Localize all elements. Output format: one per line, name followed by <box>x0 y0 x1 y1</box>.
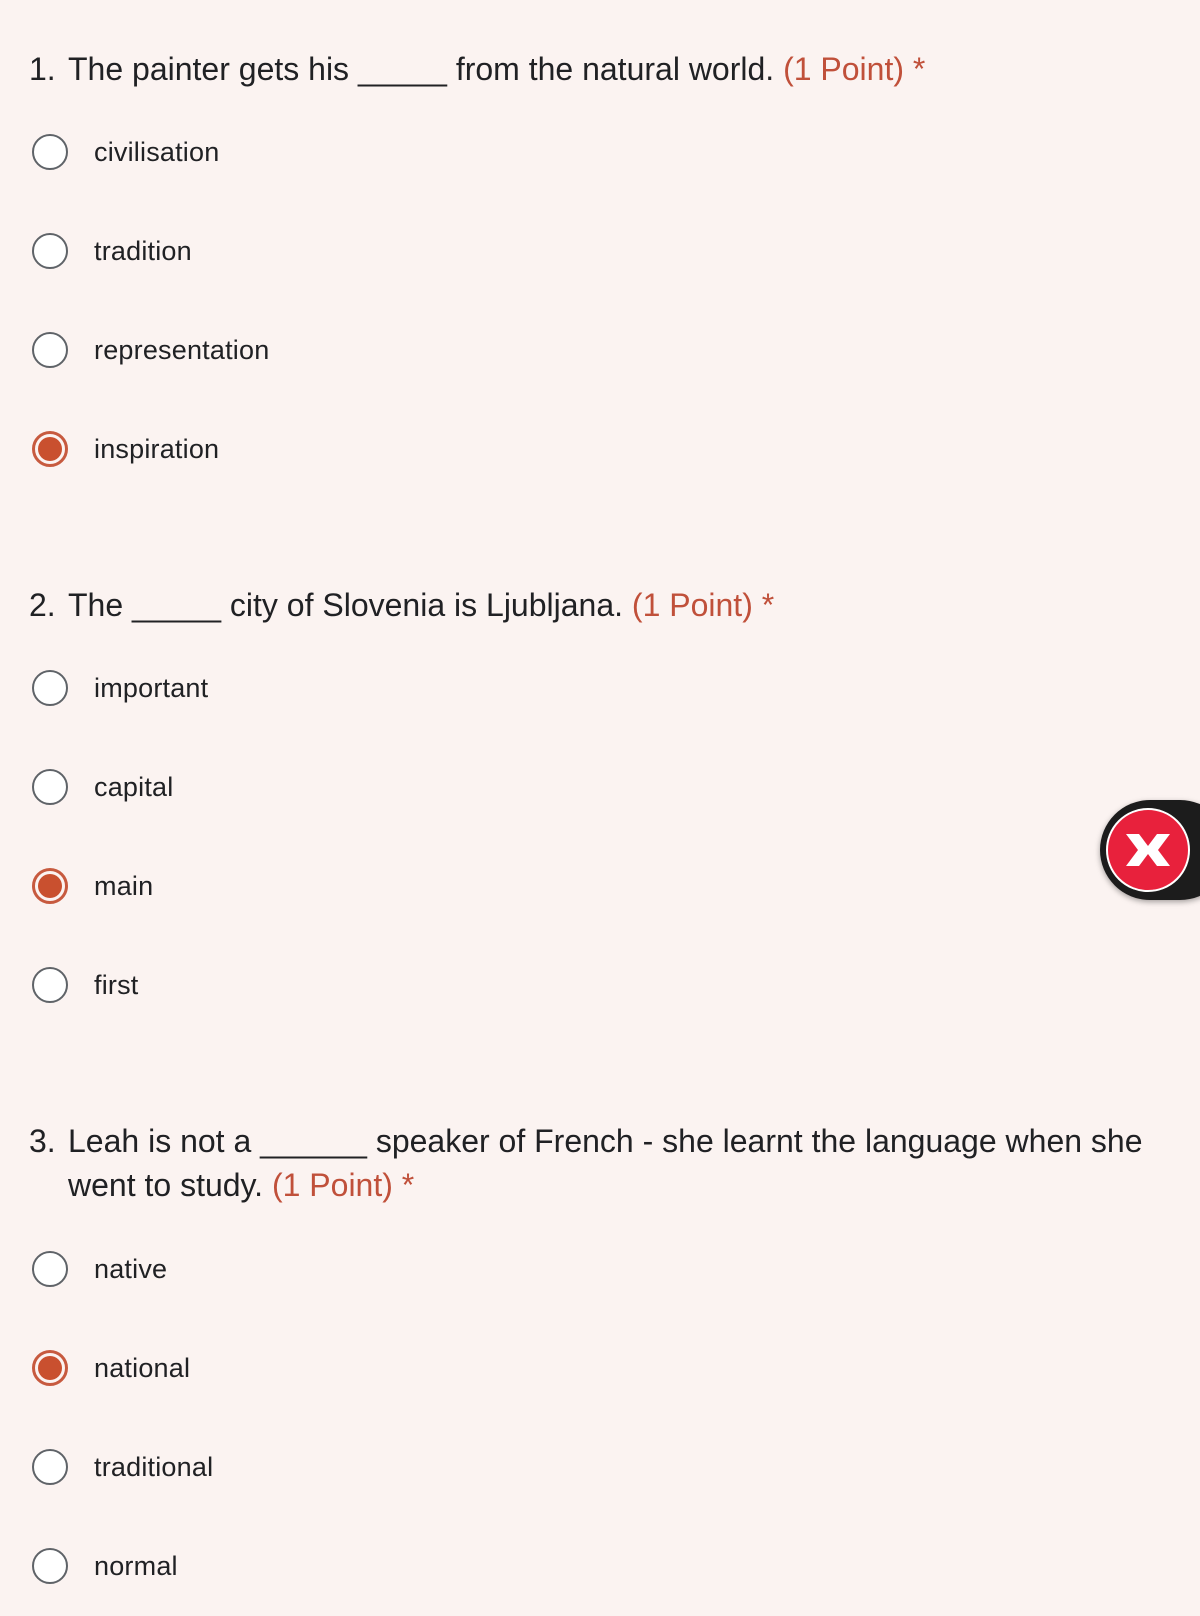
option-label: representation <box>94 334 270 365</box>
option-label: native <box>94 1253 168 1284</box>
question-title: 3. Leah is not a ______ speaker of French… <box>29 1119 1179 1207</box>
question-text-before: The painter gets his <box>68 51 350 87</box>
option-label: capital <box>94 771 174 802</box>
radio-button[interactable] <box>32 967 68 1003</box>
question-text-before: Leah is not a <box>68 1123 252 1159</box>
radio-button-selected[interactable] <box>32 1350 68 1386</box>
option-label: first <box>94 969 139 1000</box>
radio-button[interactable] <box>32 1251 68 1287</box>
radio-button[interactable] <box>32 769 68 805</box>
question-blank: ______ <box>260 1123 367 1159</box>
option-normal[interactable]: normal <box>32 1536 532 1596</box>
option-traditional[interactable]: traditional <box>32 1437 532 1497</box>
option-important[interactable]: important <box>32 658 532 718</box>
question-blank: _____ <box>357 51 447 87</box>
option-label: national <box>94 1352 191 1383</box>
radio-button-selected[interactable] <box>32 431 68 467</box>
option-label: normal <box>94 1550 178 1581</box>
option-label: traditional <box>94 1451 214 1482</box>
question-continuation: went to study. (1 Point) * <box>29 1163 1179 1207</box>
option-representation[interactable]: representation <box>32 320 532 380</box>
question-text-after: speaker of French - she learnt the langu… <box>375 1123 1143 1159</box>
points-label: (1 Point) <box>783 51 904 87</box>
question-text-continuation: went to study. <box>68 1167 264 1203</box>
radio-button[interactable] <box>32 233 68 269</box>
question-title: 2. The _____ city of Slovenia is Ljubljan… <box>29 583 1179 627</box>
option-label: main <box>94 870 154 901</box>
option-tradition[interactable]: tradition <box>32 221 532 281</box>
option-inspiration[interactable]: inspiration <box>32 419 532 479</box>
option-native[interactable]: native <box>32 1239 532 1299</box>
points-label: (1 Point) <box>271 1167 393 1203</box>
floating-app-button[interactable] <box>1100 800 1200 900</box>
radio-button-selected[interactable] <box>32 868 68 904</box>
question-number: 2. <box>29 587 56 623</box>
question-blank: _____ <box>132 587 222 623</box>
x-logo-icon <box>1106 808 1190 892</box>
radio-button[interactable] <box>32 670 68 706</box>
points-label: (1 Point) <box>631 587 753 623</box>
required-asterisk: * <box>912 51 926 87</box>
required-asterisk: * <box>401 1167 415 1203</box>
option-label: civilisation <box>94 136 220 167</box>
question-text-after: from the natural world. <box>455 51 775 87</box>
option-label: inspiration <box>94 433 220 464</box>
required-asterisk: * <box>761 587 775 623</box>
option-first[interactable]: first <box>32 955 532 1015</box>
question-number: 1. <box>29 51 56 87</box>
radio-button[interactable] <box>32 1449 68 1485</box>
radio-button[interactable] <box>32 332 68 368</box>
option-national[interactable]: national <box>32 1338 532 1398</box>
option-main[interactable]: main <box>32 856 532 916</box>
option-capital[interactable]: capital <box>32 757 532 817</box>
option-civilisation[interactable]: civilisation <box>32 122 532 182</box>
question-number: 3. <box>29 1123 56 1159</box>
option-label: important <box>94 672 209 703</box>
radio-button[interactable] <box>32 1548 68 1584</box>
question-text-after: city of Slovenia is Ljubljana. <box>229 587 624 623</box>
option-label: tradition <box>94 235 192 266</box>
question-text-before: The <box>68 587 124 623</box>
question-title: 1. The painter gets his _____ from the na… <box>29 47 1179 91</box>
radio-button[interactable] <box>32 134 68 170</box>
